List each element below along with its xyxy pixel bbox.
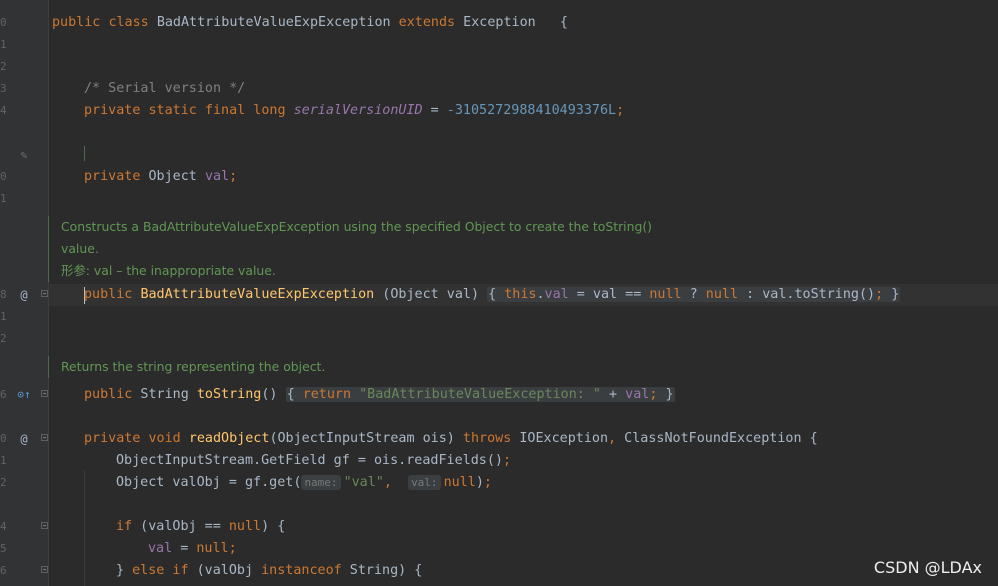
code-text: val = null; xyxy=(148,541,237,556)
line-number: 0 xyxy=(0,432,7,445)
parameter-hint: val: xyxy=(408,475,441,490)
folded-body[interactable]: { this.val = val == null ? null : val.to… xyxy=(487,287,901,302)
parameter-hint: name: xyxy=(301,475,341,490)
code-line[interactable]: ✎ xyxy=(0,144,998,166)
text-caret xyxy=(84,287,85,304)
override-icon[interactable]: ⊙↑ xyxy=(17,384,31,406)
doc-edit-marker xyxy=(84,146,85,161)
doc-params: 形参: val – the inappropriate value. xyxy=(61,263,276,278)
line-number: 2 xyxy=(0,332,7,345)
code-line[interactable]: 6 ⊙↑ public String toString() { return "… xyxy=(0,384,998,406)
line-number: 4 xyxy=(0,520,7,533)
fold-toggle-icon[interactable] xyxy=(41,434,48,441)
fold-toggle-icon[interactable] xyxy=(41,290,48,297)
line-number: 2 xyxy=(0,60,7,73)
code-text: } else if (valObj instanceof String) { xyxy=(116,563,423,578)
fold-toggle-icon[interactable] xyxy=(41,390,48,397)
code-line[interactable]: 6 } else if (valObj instanceof String) { xyxy=(0,560,998,582)
annotation-icon[interactable]: @ xyxy=(17,428,31,450)
line-number: 4 xyxy=(0,104,7,117)
code-line[interactable]: 1 xyxy=(0,306,998,328)
code-line[interactable]: 4 if (valObj == null) { xyxy=(0,516,998,538)
rendered-javadoc: Returns the string representing the obje… xyxy=(48,356,325,378)
code-line[interactable]: 0 private Object val; xyxy=(0,166,998,188)
line-number: 6 xyxy=(0,388,7,401)
doc-line: Constructs a BadAttributeValueExpExcepti… xyxy=(61,219,652,234)
line-number: 0 xyxy=(0,16,7,29)
line-number: 1 xyxy=(0,38,7,51)
code-text: private void readObject(ObjectInputStrea… xyxy=(84,431,818,446)
code-line[interactable]: 5 val = null; xyxy=(0,538,998,560)
code-text: if (valObj == null) { xyxy=(116,519,286,534)
code-line[interactable]: 8 @ public BadAttributeValueExpException… xyxy=(0,284,998,306)
code-text: ObjectInputStream.GetField gf = ois.read… xyxy=(116,453,512,468)
folded-body[interactable]: { return "BadAttributeValueException: " … xyxy=(285,387,675,402)
line-number: 1 xyxy=(0,192,7,205)
annotation-icon[interactable]: @ xyxy=(17,284,31,306)
code-text: private static final long serialVersionU… xyxy=(84,103,625,118)
line-number: 5 xyxy=(0,542,7,555)
code-text: public String toString() { return "BadAt… xyxy=(84,387,675,402)
code-text: public BadAttributeValueExpException (Ob… xyxy=(84,287,901,302)
code-line[interactable]: 1 xyxy=(0,188,998,210)
code-line[interactable]: 0 public class BadAttributeValueExpExcep… xyxy=(0,12,998,34)
rendered-javadoc: Constructs a BadAttributeValueExpExcepti… xyxy=(48,216,652,282)
line-number: 1 xyxy=(0,454,7,467)
fold-toggle-icon[interactable] xyxy=(41,566,48,573)
code-line[interactable]: 0 @ private void readObject(ObjectInputS… xyxy=(0,428,998,450)
code-text: Object valObj = gf.get(name: "val", val: n… xyxy=(116,475,492,490)
code-line[interactable]: 4 private static final long serialVersio… xyxy=(0,100,998,122)
line-number: 0 xyxy=(0,170,7,183)
doc-line: value. xyxy=(61,241,99,256)
line-number: 8 xyxy=(0,288,7,301)
code-line[interactable]: 2 xyxy=(0,328,998,350)
code-line[interactable]: 3 /* Serial version */ xyxy=(0,78,998,100)
code-line[interactable]: 1 xyxy=(0,34,998,56)
watermark: CSDN @LDAx xyxy=(873,558,982,577)
code-text: public class BadAttributeValueExpExcepti… xyxy=(52,15,568,30)
code-text: private Object val; xyxy=(84,169,238,184)
pencil-icon[interactable]: ✎ xyxy=(17,144,31,166)
line-number: 6 xyxy=(0,564,7,577)
line-number: 3 xyxy=(0,82,7,95)
serial-comment: /* Serial version */ xyxy=(84,81,246,96)
code-line[interactable]: 2 xyxy=(0,56,998,78)
code-line[interactable]: 1 ObjectInputStream.GetField gf = ois.re… xyxy=(0,450,998,472)
doc-line: Returns the string representing the obje… xyxy=(61,359,326,374)
code-line[interactable]: 2 Object valObj = gf.get(name: "val", val… xyxy=(0,472,998,494)
line-number: 1 xyxy=(0,310,7,323)
line-number: 2 xyxy=(0,476,7,489)
fold-toggle-icon[interactable] xyxy=(41,522,48,529)
